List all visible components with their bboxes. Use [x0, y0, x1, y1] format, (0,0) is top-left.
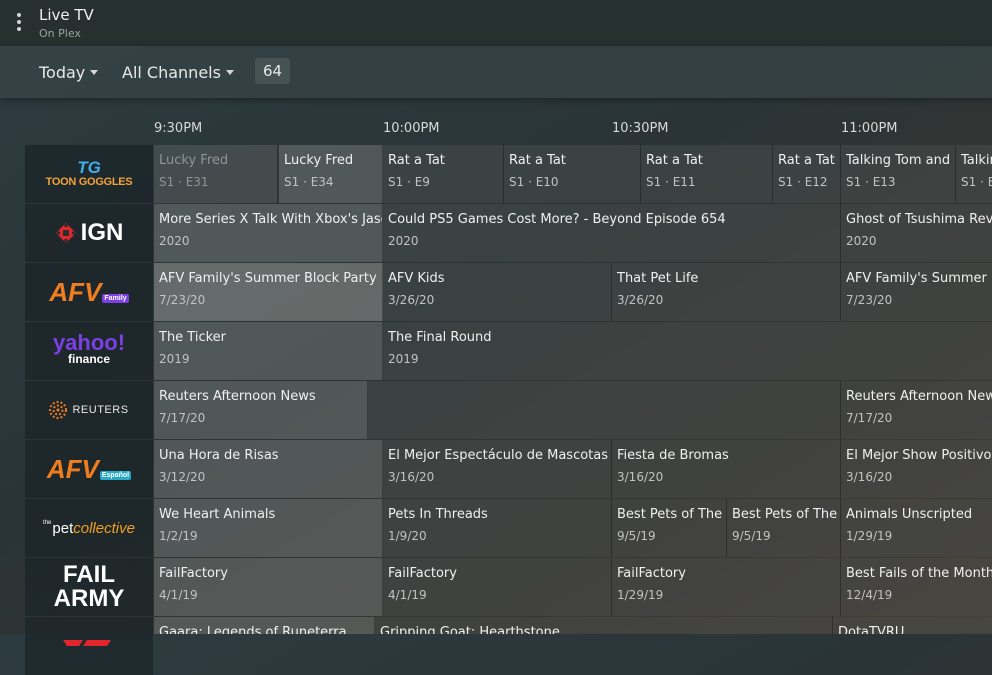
- top-bar: Live TV On Plex: [0, 0, 992, 46]
- more-menu-icon[interactable]: [12, 13, 26, 33]
- program-cell[interactable]: Una Hora de Risas 3/12/20: [154, 440, 383, 498]
- program-cell[interactable]: Lucky Fred S1 · E31: [154, 145, 278, 203]
- time-slot-label: 9:30PM: [154, 121, 203, 136]
- program-cell[interactable]: Rat a Tat S1 · E11: [641, 145, 773, 203]
- program-cell[interactable]: Best Fails of the Month 12/4/19: [841, 558, 992, 616]
- program-cell[interactable]: FailFactory 1/29/19: [612, 558, 841, 616]
- day-filter-label: Today: [39, 63, 86, 82]
- pet-collective-logo: thepetcollective: [43, 519, 135, 537]
- program-cell[interactable]: More Series X Talk With Xbox's Jason Ron…: [154, 204, 383, 262]
- channel-toon-goggles[interactable]: TG TOON GOGGLES: [25, 145, 153, 203]
- program-cell[interactable]: Animals Unscripted 1/29/19: [841, 499, 992, 557]
- program-cell[interactable]: FailFactory 4/1/19: [154, 558, 383, 616]
- program-cell[interactable]: AFV Kids 3/26/20: [383, 263, 612, 321]
- program-cell[interactable]: Lucky Fred S1 · E34: [279, 145, 383, 203]
- channel-count-badge: 64: [255, 58, 290, 84]
- time-slot-label: 10:30PM: [612, 121, 669, 136]
- channel-pet-collective[interactable]: thepetcollective: [25, 499, 153, 557]
- program-cell[interactable]: Gripping Goat: Hearthstone: [375, 617, 833, 634]
- channel-ign[interactable]: IGN: [25, 204, 153, 262]
- program-cell[interactable]: DotaTVRU: [833, 617, 992, 634]
- program-cell[interactable]: Could PS5 Games Cost More? - Beyond Epis…: [383, 204, 841, 262]
- channel-filter-label: All Channels: [122, 63, 221, 82]
- time-slot-label: 10:00PM: [383, 121, 440, 136]
- ign-emblem-icon: [55, 223, 76, 243]
- channel-esports[interactable]: [25, 617, 153, 675]
- program-cell[interactable]: Talking Tom and FriendsS1 · E13: [841, 145, 956, 203]
- program-cell[interactable]: AFV Family's Summer Block Party7/23/20: [841, 263, 992, 321]
- toon-goggles-logo: TG TOON GOGGLES: [45, 158, 133, 188]
- program-cell[interactable]: El Mejor Espectáculo de Mascotas - Espec…: [383, 440, 612, 498]
- program-cell[interactable]: [368, 381, 841, 439]
- program-cell[interactable]: Rat a Tat S1 · E12: [773, 145, 841, 203]
- program-cell[interactable]: Gaara: Legends of Runeterra: [154, 617, 375, 634]
- program-cell[interactable]: We Heart Animals 1/2/19: [154, 499, 383, 557]
- page-subtitle: On Plex: [39, 27, 81, 40]
- program-cell[interactable]: Rat a Tat S1 · E10: [504, 145, 641, 203]
- yahoo-finance-logo: yahoo! finance: [52, 330, 126, 367]
- program-cell[interactable]: Ghost of Tsushima Review2020: [841, 204, 992, 262]
- program-cell[interactable]: Reuters Afternoon News 7/17/20: [154, 381, 368, 439]
- afv-espanol-logo: AFV Español: [46, 453, 132, 484]
- chevron-down-icon: [90, 70, 99, 75]
- program-cell[interactable]: Rat a Tat S1 · E9: [383, 145, 504, 203]
- ign-logo: IGN: [55, 219, 123, 247]
- page-title: Live TV: [39, 6, 94, 24]
- program-cell[interactable]: FailFactory 4/1/19: [383, 558, 612, 616]
- program-cell[interactable]: The Ticker 2019: [154, 322, 383, 380]
- program-cell[interactable]: The Final Round 2019: [383, 322, 992, 380]
- program-cell[interactable]: Pets In Threads 1/9/20: [383, 499, 612, 557]
- time-slot-label: 11:00PM: [841, 121, 898, 136]
- fail-army-logo: FAIL ARMY: [53, 561, 125, 612]
- program-cell[interactable]: Fiesta de Bromas 3/16/20: [612, 440, 841, 498]
- program-cell[interactable]: Best Pets of The Month9/5/19: [612, 499, 727, 557]
- reuters-dots-icon: [49, 401, 68, 419]
- channel-logo-icon: [63, 640, 111, 646]
- program-guide-grid: Lucky Fred S1 · E31 Lucky Fred S1 · E34 Ra…: [154, 145, 992, 634]
- program-cell[interactable]: Talking Tom and FriendsS1 · E14: [956, 145, 992, 203]
- afv-family-logo: AFV Family: [49, 276, 129, 307]
- program-cell[interactable]: AFV Family's Summer Block Party7/23/20: [154, 263, 383, 321]
- program-cell[interactable]: Best Pets of The Month9/5/19: [727, 499, 841, 557]
- channel-yahoo-finance[interactable]: yahoo! finance: [25, 322, 153, 380]
- chevron-down-icon: [225, 70, 234, 75]
- channel-reuters[interactable]: REUTERS: [25, 381, 153, 439]
- program-cell[interactable]: Reuters Afternoon News 7/17/20: [841, 381, 992, 439]
- channel-afv-family[interactable]: AFV Family: [25, 263, 153, 321]
- program-cell[interactable]: El Mejor Show Positivo 3/16/20: [841, 440, 992, 498]
- reuters-logo: REUTERS: [49, 401, 128, 419]
- channel-afv-espanol[interactable]: AFV Español: [25, 440, 153, 498]
- day-filter-dropdown[interactable]: Today: [39, 63, 99, 82]
- channel-fail-army[interactable]: FAIL ARMY: [25, 558, 153, 616]
- channel-filter-dropdown[interactable]: All Channels: [122, 63, 234, 82]
- program-cell[interactable]: That Pet Life 3/26/20: [612, 263, 841, 321]
